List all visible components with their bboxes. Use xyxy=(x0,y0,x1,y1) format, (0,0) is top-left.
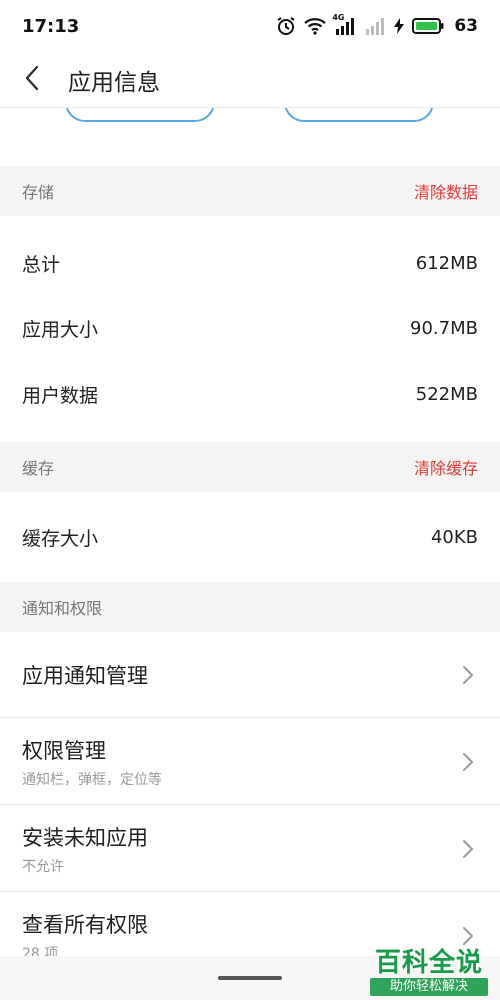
storage-label: 用户数据 xyxy=(22,384,99,407)
status-icons: 4G 63 xyxy=(276,13,478,36)
network-type: 4G xyxy=(332,13,345,22)
storage-label: 总计 xyxy=(22,253,61,276)
chevron-right-icon xyxy=(458,839,478,859)
nav-item-install-unknown-apps[interactable]: 安装未知应用 不允许 xyxy=(0,806,500,892)
chevron-right-icon xyxy=(458,926,478,946)
cache-value: 40KB xyxy=(430,526,478,548)
chevron-left-icon xyxy=(24,65,40,95)
storage-value: 90.7MB xyxy=(410,317,478,339)
permissions-section-header: 通知和权限 xyxy=(0,582,500,632)
storage-section-title: 存储 xyxy=(22,183,55,202)
wifi-icon xyxy=(304,17,327,35)
nav-title: 权限管理 xyxy=(22,738,106,763)
charging-icon xyxy=(394,18,405,34)
status-time: 17:13 xyxy=(22,15,80,37)
page-title: 应用信息 xyxy=(68,69,160,96)
signal-icon: 4G xyxy=(332,13,356,35)
nav-text: 安装未知应用 不允许 xyxy=(22,822,148,876)
storage-value: 612MB xyxy=(415,252,478,274)
nav-text: 查看所有权限 28 项 xyxy=(22,909,148,963)
watermark-title: 百科全说 xyxy=(374,948,483,978)
chevron-right-icon xyxy=(458,752,478,772)
alarm-icon xyxy=(276,16,296,36)
clear-data-button[interactable]: 清除数据 xyxy=(414,179,478,203)
nav-title: 查看所有权限 xyxy=(22,913,148,937)
storage-row-user-data: 用户数据 522MB xyxy=(0,361,500,427)
cache-section-header: 缓存 清除缓存 xyxy=(0,442,500,492)
permissions-section-title: 通知和权限 xyxy=(22,599,103,618)
storage-section-header: 存储 清除数据 xyxy=(0,166,500,216)
storage-value: 522MB xyxy=(415,383,478,405)
status-bar: 17:13 4G 63 xyxy=(0,0,500,52)
top-action-area xyxy=(0,108,500,164)
storage-row-app-size: 应用大小 90.7MB xyxy=(0,295,500,361)
watermark: 百科全说 助你轻松解决 xyxy=(370,948,488,996)
signal-empty-icon xyxy=(364,17,386,35)
nav-item-permission-manager[interactable]: 权限管理 通知栏，弹框，定位等 xyxy=(0,719,500,805)
storage-label: 应用大小 xyxy=(22,318,99,341)
cache-section-title: 缓存 xyxy=(22,459,55,478)
back-button[interactable] xyxy=(0,52,64,108)
nav-text: 权限管理 通知栏，弹框，定位等 xyxy=(22,735,162,789)
nav-title: 安装未知应用 xyxy=(22,825,148,850)
storage-row-total: 总计 612MB xyxy=(0,230,500,296)
nav-subtitle: 不允许 xyxy=(22,858,64,875)
clear-cache-button[interactable]: 清除缓存 xyxy=(414,455,478,479)
nav-text: 应用通知管理 xyxy=(22,660,148,690)
right-action-pill[interactable] xyxy=(284,108,434,122)
home-indicator[interactable] xyxy=(218,976,282,980)
battery-level: 63 xyxy=(454,16,478,36)
left-action-pill[interactable] xyxy=(65,108,215,122)
watermark-subtitle: 助你轻松解决 xyxy=(370,978,488,996)
nav-subtitle: 通知栏，弹框，定位等 xyxy=(22,771,162,788)
app-bar: 应用信息 xyxy=(0,52,500,108)
nav-item-app-notifications[interactable]: 应用通知管理 xyxy=(0,632,500,718)
battery-icon xyxy=(412,17,444,35)
cache-row-size: 缓存大小 40KB xyxy=(0,504,500,570)
chevron-right-icon xyxy=(458,665,478,685)
nav-title: 应用通知管理 xyxy=(22,663,148,688)
cache-label: 缓存大小 xyxy=(22,527,99,550)
